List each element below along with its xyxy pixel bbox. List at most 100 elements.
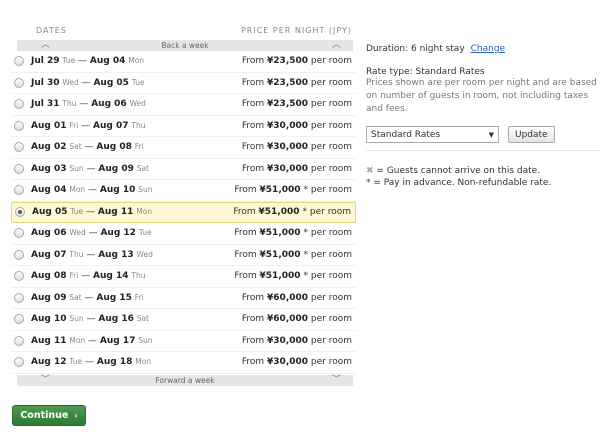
date-range: Jul 29 Tue — Aug 04 Mon bbox=[31, 56, 145, 67]
price-amount: ¥60,000 bbox=[267, 314, 309, 325]
date-range: Jul 30 Wed — Aug 05 Tue bbox=[31, 77, 145, 88]
date-range-row[interactable]: Aug 10 Sun — Aug 16 Sat From ¥60,000 per … bbox=[11, 309, 356, 331]
start-weekday: Fri bbox=[69, 120, 79, 130]
date-range: Aug 05 Tue — Aug 11 Mon bbox=[32, 207, 153, 218]
update-button[interactable]: Update bbox=[508, 126, 555, 143]
price-amount: ¥30,000 bbox=[267, 163, 309, 174]
date-range: Jul 31 Thu — Aug 06 Wed bbox=[31, 99, 146, 110]
end-date: Aug 08 bbox=[96, 142, 132, 153]
legend-nonrefundable-text: * = Pay in advance. Non-refundable rate. bbox=[366, 178, 552, 188]
date-range-radio[interactable] bbox=[14, 99, 24, 110]
price-amount: ¥23,500 bbox=[267, 99, 309, 110]
back-a-week-button[interactable]: ︿ Back a week ︿ bbox=[17, 40, 353, 51]
end-date: Aug 12 bbox=[100, 228, 136, 239]
end-weekday: Fri bbox=[134, 292, 144, 302]
start-weekday: Sat bbox=[69, 142, 82, 152]
change-link[interactable]: Change bbox=[471, 44, 505, 54]
end-date: Aug 14 bbox=[93, 271, 129, 282]
continue-button[interactable]: Continue › bbox=[12, 405, 86, 426]
price-unit: per room bbox=[310, 292, 352, 303]
date-range: Aug 01 Fri — Aug 07 Thu bbox=[31, 120, 146, 131]
date-range-row[interactable]: Aug 09 Sat — Aug 15 Fri From ¥60,000 per … bbox=[11, 288, 356, 309]
forward-a-week-label: Forward a week bbox=[155, 375, 215, 385]
start-weekday: Sun bbox=[69, 314, 84, 324]
date-range-row[interactable]: Jul 31 Thu — Aug 06 Wed From ¥23,500 per … bbox=[11, 94, 356, 116]
start-weekday: Tue bbox=[69, 357, 83, 367]
stay-details-panel: Duration: 6 night stay Change Rate type: … bbox=[366, 44, 600, 189]
duration-text: Duration: 6 night stay bbox=[366, 44, 465, 54]
date-range: Aug 07 Thu — Aug 13 Wed bbox=[31, 249, 153, 260]
back-a-week-label: Back a week bbox=[161, 41, 209, 50]
date-range-radio[interactable] bbox=[14, 228, 24, 239]
date-range-radio[interactable] bbox=[14, 271, 24, 282]
end-weekday: Tue bbox=[138, 228, 152, 238]
date-range-row[interactable]: Aug 05 Tue — Aug 11 Mon From ¥51,000 * per… bbox=[11, 201, 356, 223]
end-date: Aug 10 bbox=[99, 185, 136, 196]
start-weekday: Tue bbox=[62, 56, 76, 66]
price-amount: ¥51,000 bbox=[259, 228, 301, 239]
continue-label: Continue bbox=[20, 410, 69, 421]
price-amount: ¥51,000 bbox=[259, 249, 301, 260]
price-description: Prices shown are per room per night and … bbox=[366, 78, 597, 114]
end-date: Aug 06 bbox=[91, 99, 127, 110]
chevron-up-icon: ︿ bbox=[41, 40, 51, 50]
date-range-radio[interactable] bbox=[14, 142, 24, 153]
date-range-row[interactable]: Aug 01 Fri — Aug 07 Thu From ¥30,000 per … bbox=[11, 116, 356, 137]
price-prefix: From bbox=[234, 249, 257, 260]
date-range-radio[interactable] bbox=[14, 163, 24, 174]
date-range-radio[interactable] bbox=[14, 357, 24, 368]
forward-a-week-button[interactable]: ﹀ Forward a week ﹀ bbox=[17, 374, 353, 386]
date-range-radio[interactable] bbox=[14, 249, 24, 260]
end-weekday: Thu bbox=[131, 120, 146, 130]
end-weekday: Sun bbox=[138, 185, 153, 195]
chevron-down-icon: ﹀ bbox=[41, 374, 51, 385]
price-amount: ¥51,000 bbox=[259, 271, 301, 282]
date-range: Aug 10 Sun — Aug 16 Sat bbox=[31, 314, 150, 325]
date-range-radio[interactable] bbox=[14, 77, 24, 88]
end-weekday: Sat bbox=[136, 314, 150, 324]
date-range-radio[interactable] bbox=[14, 56, 24, 67]
date-range-row[interactable]: Aug 06 Wed — Aug 12 Tue From ¥51,000 * per… bbox=[11, 223, 356, 245]
date-range-row[interactable]: Aug 12 Tue — Aug 18 Mon From ¥30,000 per … bbox=[11, 352, 356, 374]
nonrefundable-marker: * bbox=[303, 228, 309, 239]
start-date: Aug 07 bbox=[31, 249, 67, 260]
date-range-radio[interactable] bbox=[14, 335, 24, 346]
start-date: Aug 04 bbox=[31, 185, 67, 196]
price-per-night: From ¥30,000 per room bbox=[242, 142, 356, 152]
date-range-row[interactable]: Aug 08 Fri — Aug 14 Thu From ¥51,000 * per… bbox=[11, 266, 356, 288]
price-per-night: From ¥23,500 per room bbox=[242, 99, 356, 109]
start-date: Aug 09 bbox=[31, 292, 67, 303]
price-prefix: From bbox=[241, 56, 265, 67]
chevron-up-icon: ︿ bbox=[331, 40, 341, 50]
date-range-radio[interactable] bbox=[14, 185, 24, 196]
price-amount: ¥51,000 bbox=[259, 185, 301, 196]
date-range-row[interactable]: Jul 29 Tue — Aug 04 Mon From ¥23,500 per … bbox=[11, 51, 356, 73]
price-per-night: From ¥30,000 per room bbox=[242, 357, 356, 367]
date-range-row[interactable]: Aug 03 Sun — Aug 09 Sat From ¥30,000 per … bbox=[11, 159, 356, 180]
date-range-radio[interactable] bbox=[15, 207, 25, 218]
date-range-radio[interactable] bbox=[14, 314, 24, 325]
price-per-night: From ¥51,000 * per room bbox=[234, 185, 356, 195]
price-amount: ¥30,000 bbox=[267, 142, 309, 153]
price-unit: per room bbox=[310, 249, 352, 260]
start-date: Aug 06 bbox=[31, 228, 67, 239]
date-range-radio[interactable] bbox=[14, 292, 24, 303]
price-per-night: From ¥60,000 per room bbox=[242, 314, 356, 324]
price-amount: ¥51,000 bbox=[258, 207, 300, 218]
start-date: Aug 05 bbox=[32, 207, 68, 218]
date-range-row[interactable]: Jul 30 Wed — Aug 05 Tue From ¥23,500 per … bbox=[11, 73, 356, 94]
price-prefix: From bbox=[241, 99, 265, 110]
end-date: Aug 13 bbox=[98, 249, 134, 260]
date-range-radio[interactable] bbox=[14, 120, 24, 131]
nonrefundable-marker: * bbox=[303, 249, 309, 260]
date-range-row[interactable]: Aug 04 Mon — Aug 10 Sun From ¥51,000 * per… bbox=[11, 180, 356, 202]
rate-type-select[interactable]: Standard Rates ▼ bbox=[366, 126, 499, 143]
date-range-row[interactable]: Aug 07 Thu — Aug 13 Wed From ¥51,000 * per… bbox=[11, 245, 356, 266]
end-weekday: Thu bbox=[131, 271, 146, 281]
end-date: Aug 09 bbox=[98, 163, 134, 174]
price-unit: per room bbox=[310, 228, 352, 239]
price-unit: per room bbox=[310, 185, 352, 196]
date-range-row[interactable]: Aug 11 Mon — Aug 17 Sun From ¥30,000 per … bbox=[11, 331, 356, 352]
date-range-row[interactable]: Aug 02 Sat — Aug 08 Fri From ¥30,000 per … bbox=[11, 137, 356, 159]
price-unit: per room bbox=[310, 99, 352, 110]
